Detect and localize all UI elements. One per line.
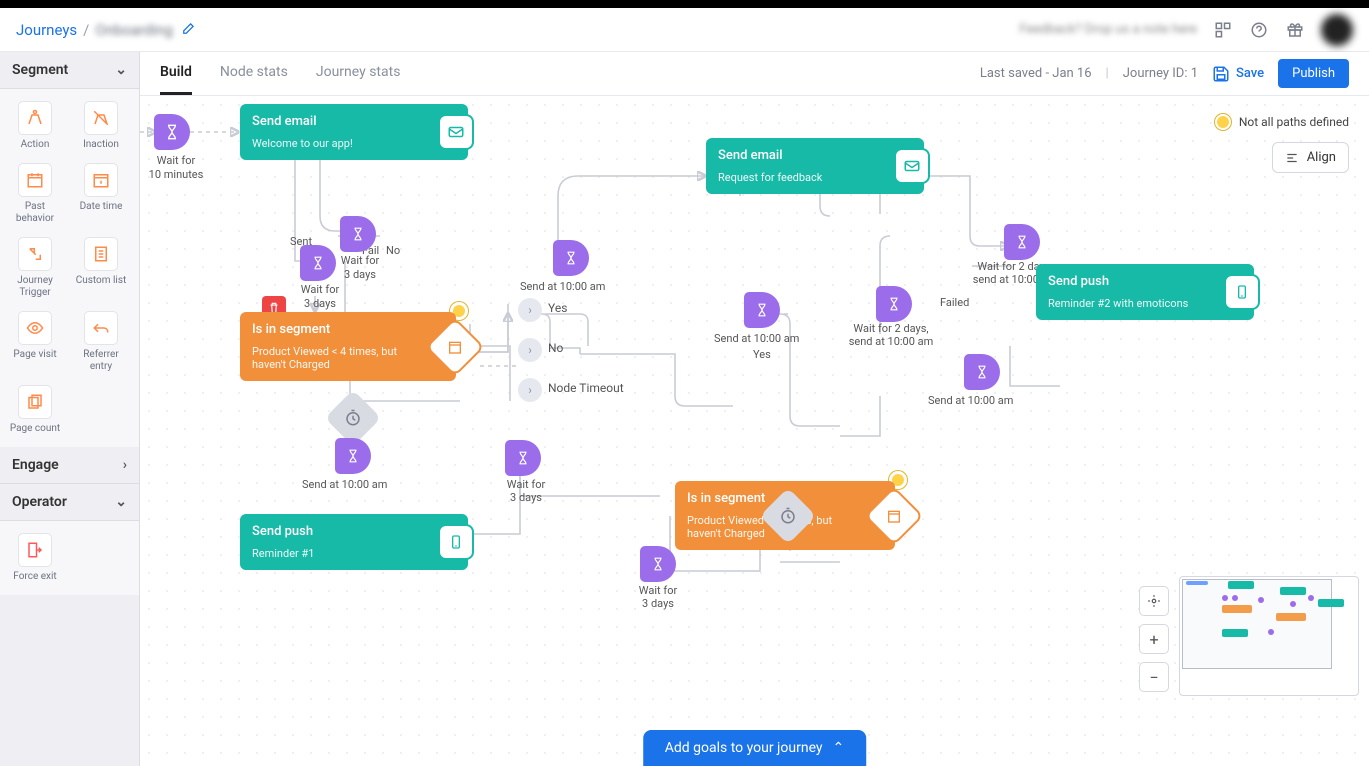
mobile-icon <box>438 524 474 560</box>
zoom-out-button[interactable]: − <box>1139 662 1169 692</box>
publish-button[interactable]: Publish <box>1278 59 1349 88</box>
palette-force-exit[interactable]: Force exit <box>4 529 66 587</box>
node-wait-3days-d[interactable] <box>640 546 676 582</box>
node-wait-2days-b[interactable] <box>1004 224 1040 260</box>
editor-toolbar: Build Node stats Journey stats Last save… <box>140 52 1369 96</box>
wait-10min-label: Wait for10 minutes <box>146 154 206 182</box>
node-send-10am-d[interactable] <box>964 354 1000 390</box>
tab-node-stats[interactable]: Node stats <box>220 52 288 95</box>
palette-past-behavior[interactable]: Past behavior <box>4 159 66 229</box>
help-icon[interactable] <box>1249 20 1269 40</box>
operator-items: Force exit <box>0 521 139 595</box>
branch-no-label: No <box>548 341 563 355</box>
align-button[interactable]: Align <box>1272 142 1349 173</box>
branch-yes[interactable]: › <box>518 298 542 322</box>
branch-yes-label: Yes <box>548 301 567 315</box>
recenter-button[interactable] <box>1139 586 1169 616</box>
breadcrumb-root[interactable]: Journeys <box>16 21 77 39</box>
tab-journey-stats[interactable]: Journey stats <box>316 52 401 95</box>
chevron-down-icon: ⌄ <box>115 62 127 78</box>
palette-inaction[interactable]: Inaction <box>70 97 132 155</box>
node-wait-10min[interactable]: Wait for10 minutes <box>154 114 190 150</box>
journey-id-text: Journey ID: 1 <box>1123 66 1198 81</box>
node-wait-2days-a[interactable] <box>876 286 912 322</box>
hourglass-icon <box>154 114 190 150</box>
node-clock-1[interactable] <box>333 398 373 438</box>
send-10am-label-a: Send at 10:00 am <box>520 280 605 293</box>
app-header: Journeys / Onboarding Feedback? Drop us … <box>0 8 1369 52</box>
add-goals-button[interactable]: Add goals to your journey ⌃ <box>643 730 867 766</box>
minimap[interactable] <box>1179 576 1359 696</box>
edit-name-icon[interactable] <box>179 21 197 39</box>
save-button[interactable]: Save <box>1212 65 1264 83</box>
avatar[interactable] <box>1321 14 1353 46</box>
node-send-10am-b[interactable] <box>335 438 371 474</box>
envelope-icon <box>438 114 474 150</box>
layout-icon[interactable] <box>1213 20 1233 40</box>
branch-no[interactable]: › <box>518 338 542 362</box>
chevron-up-icon: ⌃ <box>833 740 845 756</box>
breadcrumb: Journeys / Onboarding <box>16 21 197 39</box>
zoom-in-button[interactable]: + <box>1139 624 1169 654</box>
palette-page-visit[interactable]: Page visit <box>4 307 66 377</box>
envelope-icon <box>894 148 930 184</box>
node-segment-1[interactable]: Is in segment Product Viewed < 4 times, … <box>240 312 456 381</box>
node-wait-3days-b[interactable]: Wait for3 days <box>340 216 376 252</box>
node-palette-sidebar: Segment ⌄ Action Inaction Past behavior … <box>0 52 140 766</box>
node-email-welcome[interactable]: Send email Welcome to our app! <box>240 104 468 160</box>
node-push-reminder1[interactable]: Send push Reminder #1 <box>240 514 468 570</box>
sidebar-section-segment[interactable]: Segment ⌄ <box>0 52 139 89</box>
warning-dot-icon <box>1215 114 1231 130</box>
palette-journey-trigger[interactable]: Journey Trigger <box>4 233 66 303</box>
palette-custom-list[interactable]: Custom list <box>70 233 132 303</box>
journey-canvas[interactable]: Wait for10 minutes Send email Welcome to… <box>140 96 1369 766</box>
segment-diamond-icon <box>434 326 476 368</box>
gift-icon[interactable] <box>1285 20 1305 40</box>
paths-warning: Not all paths defined <box>1215 114 1349 130</box>
palette-page-count[interactable]: Page count <box>4 381 66 439</box>
palette-action[interactable]: Action <box>4 97 66 155</box>
feedback-link[interactable]: Feedback? Drop us a note here <box>1019 22 1197 37</box>
tab-build[interactable]: Build <box>160 52 192 95</box>
branch-timeout[interactable]: › <box>518 378 542 402</box>
last-saved-text: Last saved - Jan 16 <box>980 66 1092 81</box>
palette-date-time[interactable]: Date time <box>70 159 132 229</box>
node-wait-3days-c[interactable] <box>505 440 541 476</box>
breadcrumb-journey-name: Onboarding <box>95 21 173 39</box>
chevron-right-icon: › <box>123 457 127 473</box>
sidebar-section-operator[interactable]: Operator ⌄ <box>0 484 139 521</box>
palette-referrer-entry[interactable]: Referrer entry <box>70 307 132 377</box>
node-email-feedback[interactable]: Send email Request for feedback <box>706 138 924 194</box>
send-10am-label-c: Send at 10:00 am <box>714 332 799 345</box>
node-clock-2[interactable] <box>768 496 808 536</box>
chevron-down-icon: ⌄ <box>115 494 127 510</box>
breadcrumb-sep: / <box>83 21 89 39</box>
mobile-icon <box>1224 274 1260 310</box>
node-push-reminder2[interactable]: Send push Reminder #2 with emoticons <box>1036 264 1254 320</box>
node-send-10am-c[interactable] <box>744 292 780 328</box>
segment-items: Action Inaction Past behavior Date time … <box>0 89 139 447</box>
send-10am-label-b: Send at 10:00 am <box>302 478 387 491</box>
sidebar-section-engage[interactable]: Engage › <box>0 447 139 484</box>
node-send-10am-a[interactable] <box>553 240 589 276</box>
zoom-controls: + − <box>1139 586 1169 692</box>
branch-timeout-label: Node Timeout <box>548 381 624 395</box>
